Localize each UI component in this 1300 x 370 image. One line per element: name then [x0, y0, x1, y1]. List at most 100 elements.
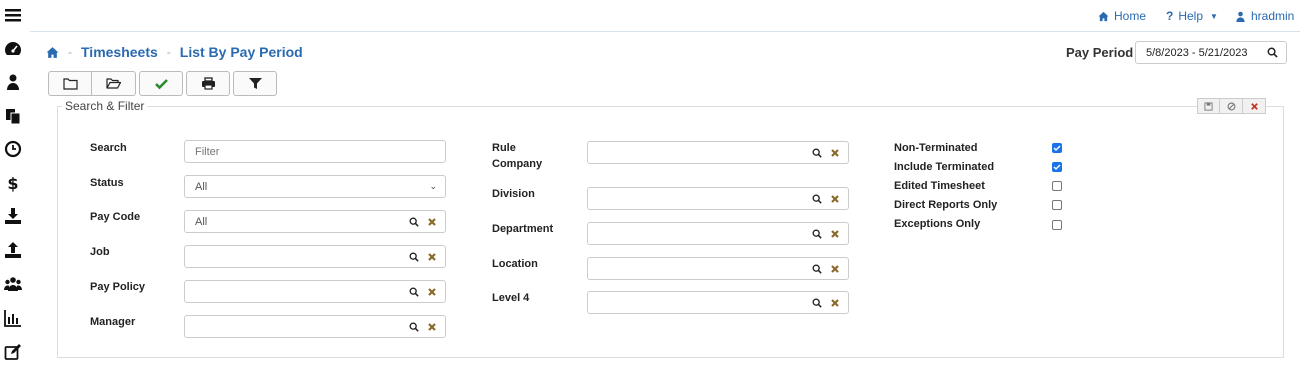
rule-company-label-line1: Rule — [492, 142, 516, 154]
toolbar-group-print — [186, 71, 230, 96]
department-label: Department — [492, 223, 554, 235]
clear-icon[interactable] — [830, 194, 840, 204]
breadcrumb-timesheets[interactable]: Timesheets — [81, 44, 158, 60]
save-filter-button[interactable] — [1197, 98, 1220, 114]
exceptions-only-checkbox[interactable] — [1052, 220, 1062, 230]
toolbar-group-folders — [48, 71, 136, 96]
division-field[interactable] — [587, 187, 849, 210]
rule-company-label-line2: Company — [492, 158, 543, 170]
save-icon — [1204, 101, 1213, 111]
division-label: Division — [492, 188, 535, 200]
help-menu[interactable]: ? Help ▼ — [1166, 9, 1218, 23]
clear-icon[interactable] — [427, 287, 437, 297]
home-icon[interactable] — [46, 46, 59, 59]
chart-icon[interactable] — [2, 307, 24, 329]
edit-icon[interactable] — [2, 341, 24, 363]
job-label: Job — [90, 246, 110, 258]
pay-code-label: Pay Code — [90, 211, 141, 223]
option-label-include-terminated: Include Terminated — [894, 161, 995, 173]
clear-icon[interactable] — [830, 298, 840, 308]
checkmark-icon — [154, 79, 168, 90]
close-panel-button[interactable] — [1243, 98, 1266, 114]
user-label: hradmin — [1251, 9, 1295, 23]
home-link[interactable]: Home — [1098, 9, 1146, 23]
manager-label: Manager — [90, 316, 136, 328]
print-icon — [201, 77, 215, 90]
location-label: Location — [492, 258, 538, 270]
clear-icon[interactable] — [427, 252, 437, 262]
home-label: Home — [1114, 9, 1147, 23]
clear-icon[interactable] — [830, 229, 840, 239]
question-icon: ? — [1166, 9, 1174, 23]
breadcrumb: - Timesheets - List By Pay Period — [46, 44, 303, 60]
edited-timesheet-checkbox[interactable] — [1052, 181, 1062, 191]
clock-icon[interactable] — [2, 138, 24, 160]
filter-button[interactable] — [233, 71, 277, 96]
clear-icon[interactable] — [830, 264, 840, 274]
close-icon — [1250, 102, 1258, 110]
search-icon[interactable] — [812, 229, 822, 239]
documents-icon[interactable] — [2, 105, 24, 127]
status-label: Status — [90, 177, 124, 189]
search-icon[interactable] — [812, 194, 822, 204]
open-folder-icon — [106, 78, 121, 89]
toolbar-group-filter — [233, 71, 277, 96]
new-folder-icon — [62, 78, 78, 90]
clear-icon[interactable] — [427, 217, 437, 227]
left-sidebar: $ — [0, 0, 26, 370]
pay-code-value: All — [195, 215, 208, 228]
level4-label: Level 4 — [492, 292, 530, 304]
search-icon[interactable] — [1267, 47, 1278, 58]
include-terminated-checkbox[interactable] — [1052, 162, 1062, 172]
breadcrumb-separator: - — [166, 45, 171, 59]
dollar-icon[interactable]: $ — [2, 172, 24, 194]
search-icon[interactable] — [409, 252, 419, 262]
search-input[interactable] — [184, 140, 446, 163]
upload-icon[interactable] — [2, 239, 24, 261]
option-label-non-terminated: Non-Terminated — [894, 142, 978, 154]
chevron-down-icon: ⌄ — [429, 181, 437, 191]
menu-icon[interactable] — [2, 4, 24, 26]
reset-filter-button[interactable] — [1220, 98, 1243, 114]
users-icon[interactable] — [2, 273, 24, 295]
department-field[interactable] — [587, 222, 849, 245]
status-select[interactable]: All ⌄ — [184, 175, 446, 198]
search-icon[interactable] — [812, 148, 822, 158]
pay-policy-label: Pay Policy — [90, 281, 146, 293]
search-label: Search — [90, 142, 127, 154]
help-label: Help — [1178, 9, 1204, 23]
download-icon[interactable] — [2, 205, 24, 227]
pay-policy-field[interactable] — [184, 280, 446, 303]
direct-reports-checkbox[interactable] — [1052, 200, 1062, 210]
toolbar — [48, 71, 280, 96]
pay-period-label: Pay Period — [1066, 45, 1134, 60]
status-value: All — [195, 180, 208, 193]
job-field[interactable] — [184, 245, 446, 268]
clear-icon[interactable] — [427, 322, 437, 332]
ban-icon — [1227, 102, 1235, 110]
level4-field[interactable] — [587, 291, 849, 314]
home-icon — [1098, 11, 1109, 21]
search-icon[interactable] — [409, 287, 419, 297]
caret-down-icon: ▼ — [1210, 11, 1218, 21]
search-icon[interactable] — [409, 322, 419, 332]
user-menu[interactable]: hradmin ▼ — [1235, 9, 1300, 23]
rule-company-field[interactable] — [587, 141, 849, 164]
clear-icon[interactable] — [830, 148, 840, 158]
open-folder-button[interactable] — [92, 71, 136, 96]
search-icon[interactable] — [812, 264, 822, 274]
location-field[interactable] — [587, 257, 849, 280]
pay-period-selector[interactable]: 5/8/2023 - 5/21/2023 — [1135, 41, 1287, 64]
non-terminated-checkbox[interactable] — [1052, 143, 1062, 153]
search-icon[interactable] — [812, 298, 822, 308]
user-icon[interactable] — [2, 71, 24, 93]
new-folder-button[interactable] — [48, 71, 92, 96]
pay-code-field[interactable]: All — [184, 210, 446, 233]
panel-tools — [1197, 98, 1266, 114]
approve-button[interactable] — [139, 71, 183, 96]
search-icon[interactable] — [409, 217, 419, 227]
manager-field[interactable] — [184, 315, 446, 338]
print-button[interactable] — [186, 71, 230, 96]
dashboard-icon[interactable] — [2, 38, 24, 60]
pay-period-value: 5/8/2023 - 5/21/2023 — [1146, 46, 1248, 59]
